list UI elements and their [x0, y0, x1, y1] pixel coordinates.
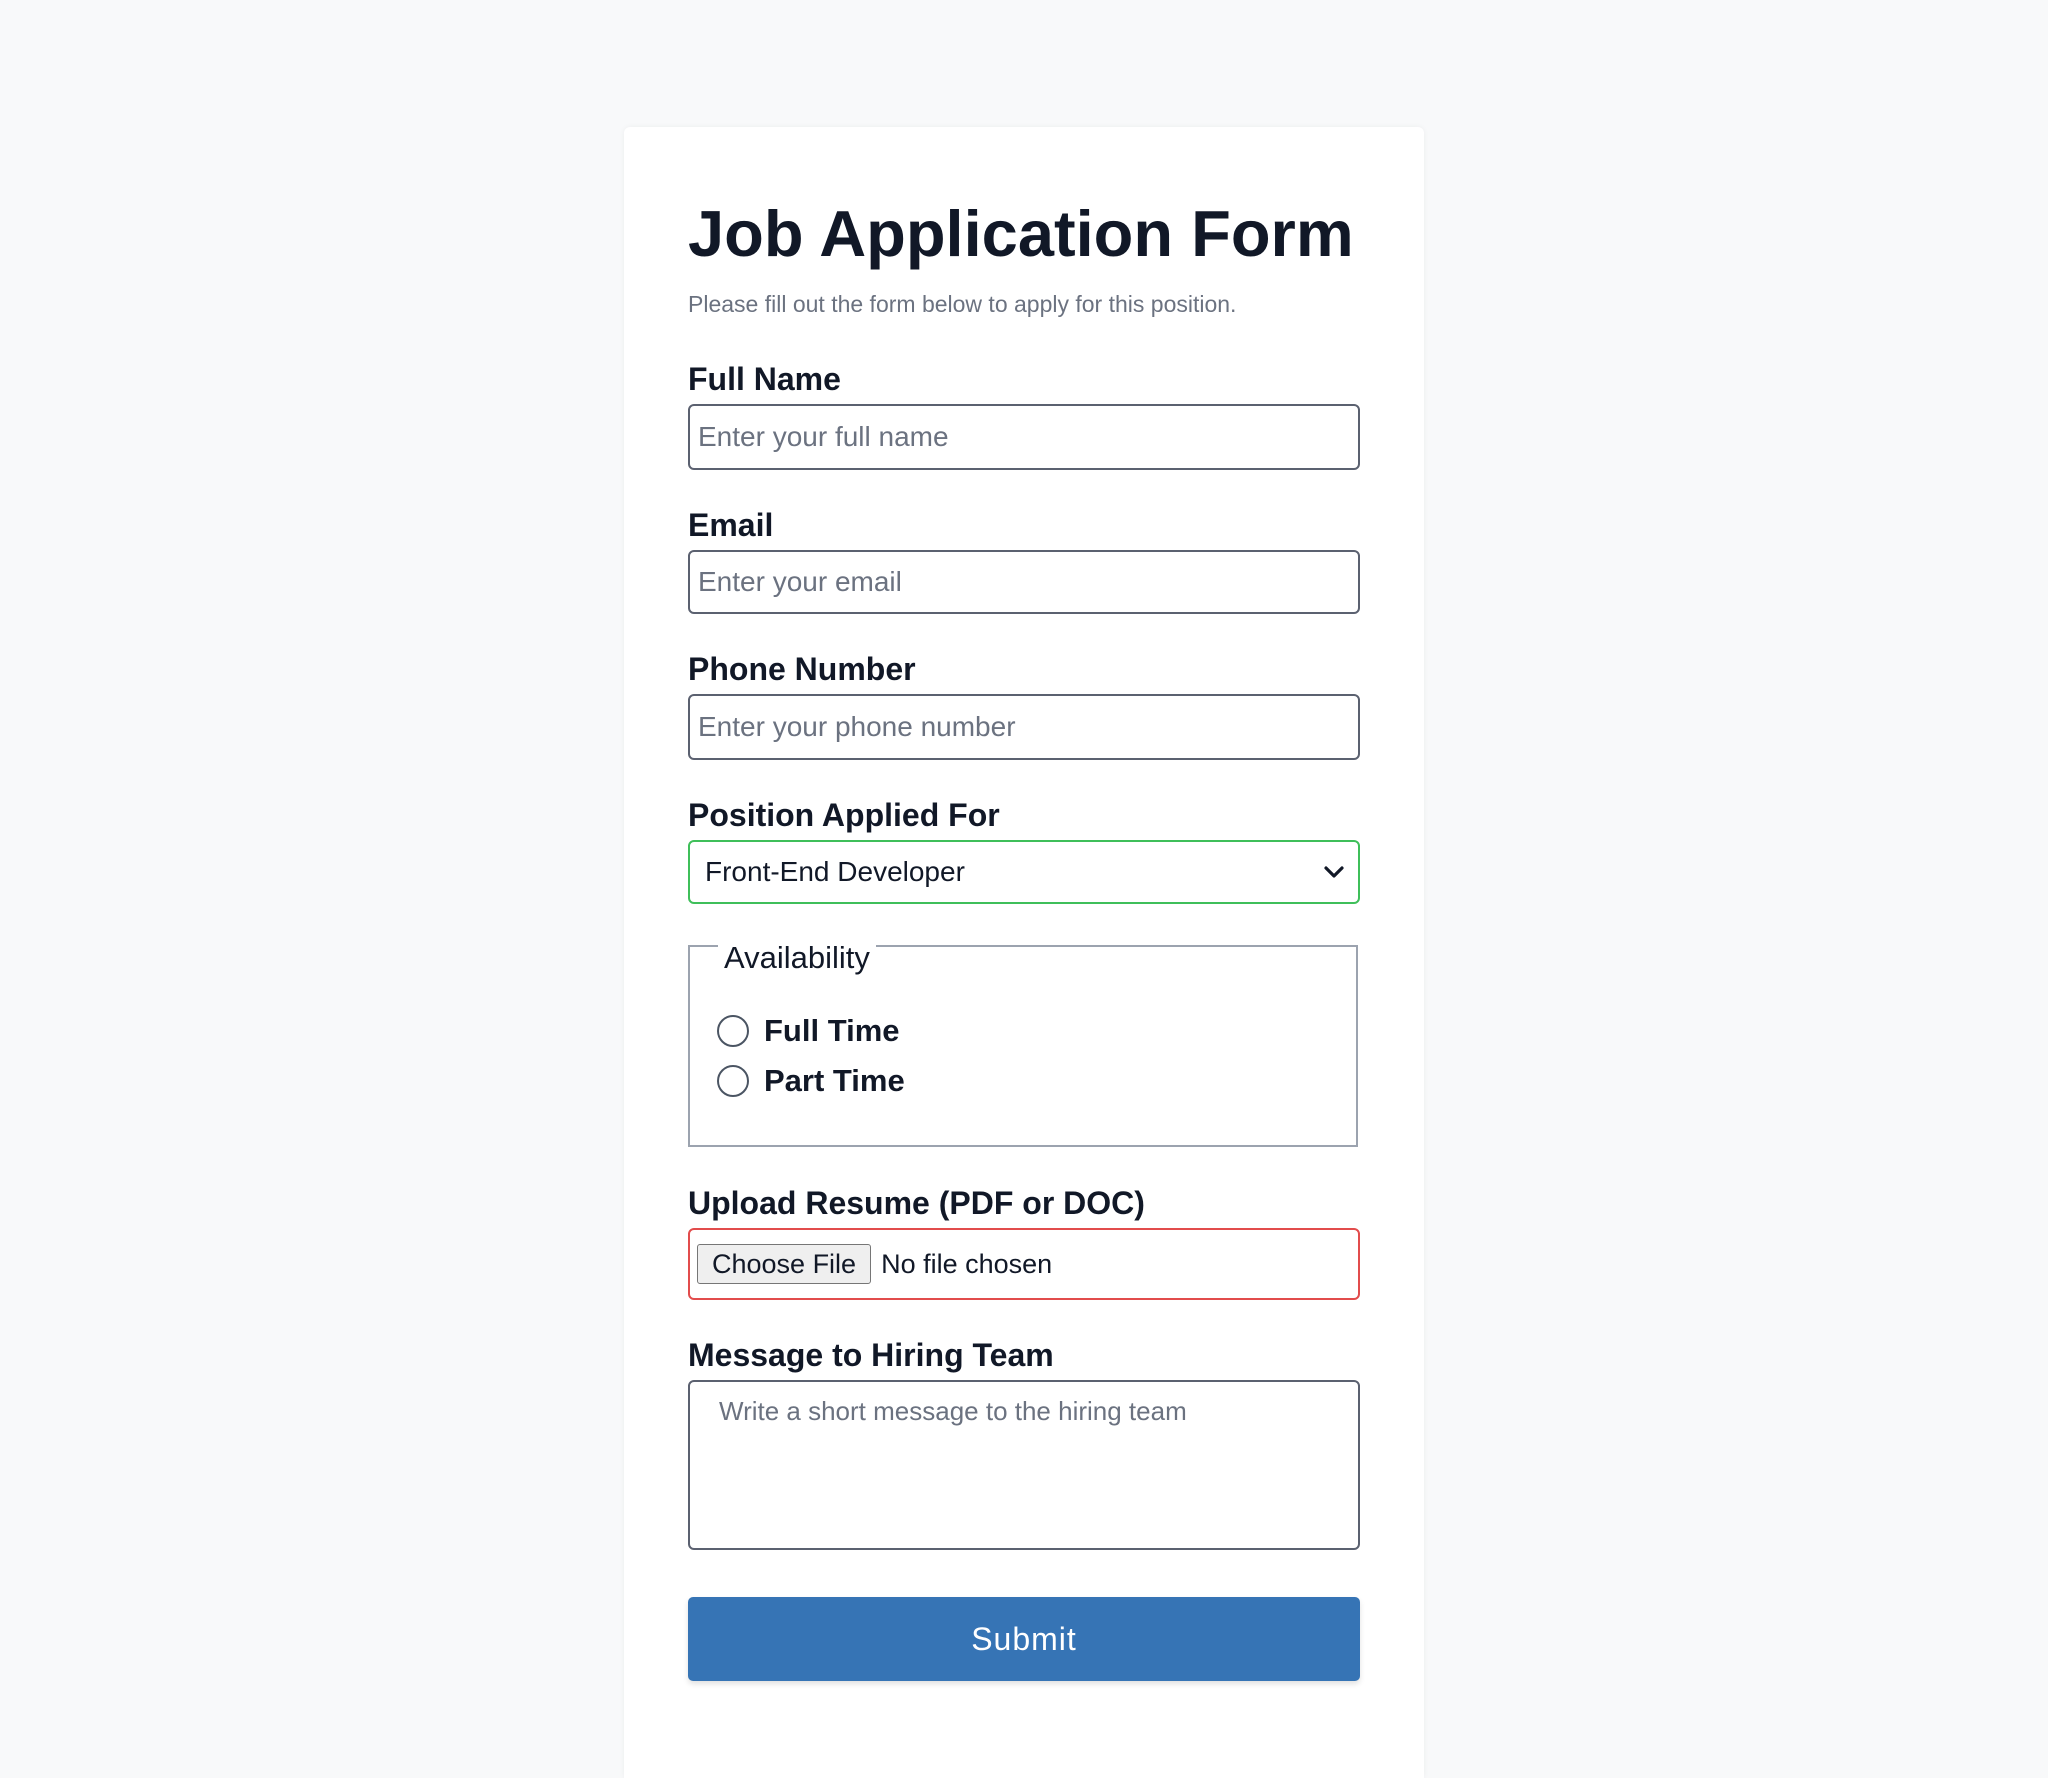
radio-full-time[interactable]: Full Time: [717, 1013, 900, 1049]
phone-label: Phone Number: [688, 651, 916, 687]
file-status-text: No file chosen: [881, 1248, 1053, 1279]
choose-file-button[interactable]: Choose File: [697, 1244, 872, 1284]
position-label: Position Applied For: [688, 797, 1000, 833]
page-subtitle: Please fill out the form below to apply …: [688, 291, 1237, 317]
chevron-down-icon: [1324, 865, 1344, 879]
full-name-label: Full Name: [688, 361, 841, 397]
position-select[interactable]: Front-End Developer: [688, 840, 1360, 904]
full-name-field[interactable]: [688, 404, 1360, 470]
full-name-input[interactable]: [690, 406, 1358, 468]
radio-full-time-label[interactable]: Full Time: [764, 1013, 900, 1049]
message-textarea[interactable]: [690, 1382, 1358, 1548]
radio-part-time-label[interactable]: Part Time: [764, 1063, 905, 1099]
message-label: Message to Hiring Team: [688, 1337, 1054, 1373]
radio-full-time-circle[interactable]: [717, 1015, 749, 1047]
email-input[interactable]: [690, 552, 1358, 612]
radio-part-time[interactable]: Part Time: [717, 1063, 905, 1099]
email-field[interactable]: [688, 550, 1360, 614]
resume-upload-field[interactable]: Choose File No file chosen: [688, 1228, 1360, 1300]
submit-button[interactable]: Submit: [688, 1597, 1360, 1681]
phone-input[interactable]: [690, 696, 1358, 758]
resume-label: Upload Resume (PDF or DOC): [688, 1185, 1145, 1221]
phone-field[interactable]: [688, 694, 1360, 760]
radio-part-time-circle[interactable]: [717, 1065, 749, 1097]
email-label: Email: [688, 507, 774, 543]
position-selected-value: Front-End Developer: [705, 856, 965, 887]
page-title: Job Application Form: [688, 197, 1354, 270]
message-field[interactable]: [688, 1380, 1360, 1550]
availability-legend: Availability: [718, 942, 876, 973]
